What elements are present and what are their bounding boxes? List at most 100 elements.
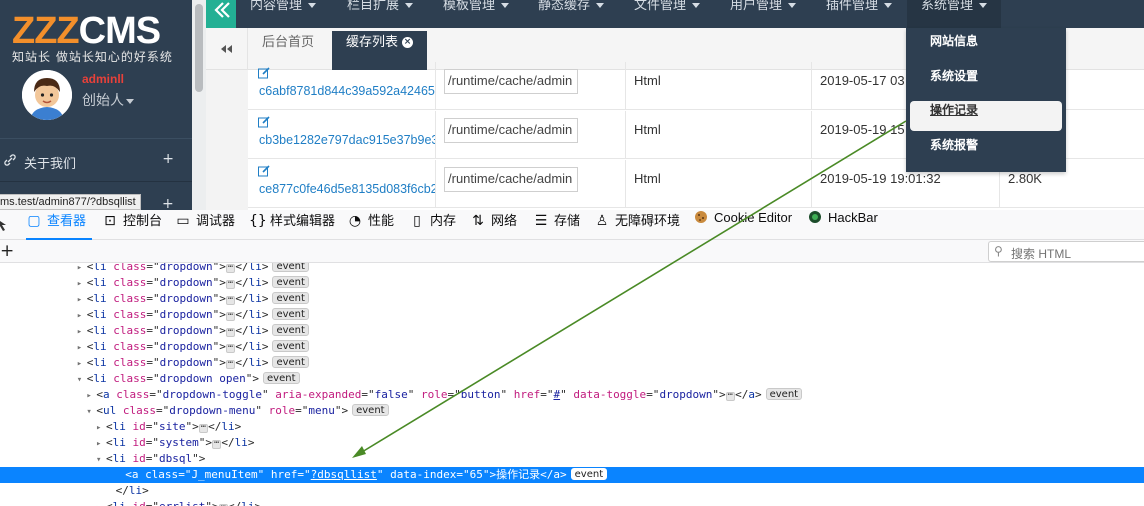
menu-item-system-settings[interactable]: 系统设置 <box>910 67 1062 97</box>
menu-item-system-alerts[interactable]: 系统报警 <box>910 136 1062 166</box>
collapsed-ellipsis-icon[interactable]: ⋯ <box>225 311 236 321</box>
tab-cookie-editor[interactable]: Cookie Editor <box>693 210 792 240</box>
expand-triangle-icon[interactable]: ▸ <box>96 500 106 506</box>
collapsed-ellipsis-icon[interactable]: ⋯ <box>725 391 736 401</box>
tab-style-editor[interactable]: {} 样式编辑器 <box>249 210 335 240</box>
nav-system-management[interactable]: 系统管理 <box>907 0 1001 28</box>
collapsed-ellipsis-icon[interactable]: ⋯ <box>225 295 236 305</box>
dom-node[interactable]: ▸ <li class="dropdown"> ⋯ </li> event <box>0 275 1144 291</box>
edit-icon[interactable] <box>258 115 270 133</box>
tab-memory[interactable]: ▯ 内存 <box>409 210 456 240</box>
tab-network[interactable]: ⇅ 网络 <box>470 210 517 240</box>
dom-node[interactable]: ▾ <ul class="dropdown-menu" role="menu"> e… <box>0 403 1144 419</box>
nav-column-extension[interactable]: 栏目扩展 <box>347 0 414 28</box>
event-badge[interactable]: event <box>765 388 803 400</box>
tab-scroll-left-button[interactable] <box>206 28 248 70</box>
event-badge[interactable]: event <box>272 276 309 288</box>
menu-item-site-info[interactable]: 网站信息 <box>910 32 1062 62</box>
sidebar-item-about[interactable]: 关于我们 + <box>0 138 192 182</box>
dom-node[interactable]: ▸ <li class="dropdown"> ⋯ </li> event <box>0 263 1144 275</box>
element-picker-button[interactable] <box>0 210 8 240</box>
sidebar-scrollbar[interactable] <box>192 0 206 210</box>
close-icon[interactable]: × <box>402 37 414 49</box>
collapse-triangle-icon[interactable]: ▾ <box>77 372 87 388</box>
nav-plugin-management[interactable]: 插件管理 <box>826 0 893 28</box>
event-badge[interactable]: event <box>272 263 309 272</box>
collapsed-ellipsis-icon[interactable]: ⋯ <box>212 439 222 449</box>
expand-triangle-icon[interactable]: ▸ <box>96 436 106 452</box>
event-badge[interactable]: event <box>272 324 309 336</box>
add-node-button[interactable]: + <box>0 241 14 261</box>
cache-path-field[interactable]: /runtime/cache/admin <box>444 167 578 192</box>
tab-accessibility[interactable]: ♙ 无障碍环境 <box>594 210 680 240</box>
cache-file-link[interactable]: cb3be1282e797dac915e37b9e3 <box>259 133 435 147</box>
expand-triangle-icon[interactable]: ▸ <box>96 420 106 436</box>
event-badge[interactable]: event <box>272 356 309 368</box>
expand-triangle-icon[interactable]: ▸ <box>77 308 87 324</box>
nav-template-management[interactable]: 模板管理 <box>443 0 510 28</box>
tab-inspector[interactable]: ▢ 查看器 <box>26 210 93 240</box>
expand-triangle-icon[interactable]: ▸ <box>77 276 87 292</box>
username[interactable]: adminll <box>82 72 124 86</box>
collapsed-ellipsis-icon[interactable]: ⋯ <box>225 343 236 353</box>
expand-triangle-icon[interactable]: ▸ <box>77 292 87 308</box>
collapsed-ellipsis-icon[interactable]: ⋯ <box>225 279 236 289</box>
event-badge[interactable]: event <box>263 372 300 384</box>
cache-type: Html <box>634 171 661 186</box>
html-search-input[interactable]: ⚲ 搜索 HTML <box>988 241 1144 262</box>
event-badge[interactable]: event <box>272 308 309 320</box>
cache-path-field[interactable]: /runtime/cache/admin <box>444 69 578 94</box>
dom-node[interactable]: ▸ <li id="site"> ⋯ </li> <box>0 419 1144 435</box>
nav-file-management[interactable]: 文件管理 <box>634 0 701 28</box>
dom-node[interactable]: ▸ <li class="dropdown"> ⋯ </li> event <box>0 355 1144 371</box>
dom-node[interactable]: ▸ <li class="dropdown"> ⋯ </li> event <box>0 307 1144 323</box>
tab-debugger[interactable]: ▭ 调试器 <box>175 210 235 240</box>
expand-triangle-icon[interactable]: ▸ <box>77 356 87 372</box>
dom-node[interactable]: ▸ <a class="dropdown-toggle" aria-expande… <box>0 387 1144 403</box>
dom-node[interactable]: ▸ <li class="dropdown"> ⋯ </li> event <box>0 291 1144 307</box>
cache-file-link[interactable]: c6abf8781d844c39a592a42465 <box>259 84 435 98</box>
menu-item-operation-log[interactable]: 操作记录 <box>910 101 1062 131</box>
nav-user-management[interactable]: 用户管理 <box>730 0 797 28</box>
expand-triangle-icon[interactable]: ▸ <box>77 324 87 340</box>
collapsed-ellipsis-icon[interactable]: ⋯ <box>225 263 236 273</box>
tab-storage[interactable]: ☰ 存储 <box>533 210 580 240</box>
nav-content-management[interactable]: 内容管理 <box>250 0 317 28</box>
nav-static-cache[interactable]: 静态缓存 <box>538 0 605 28</box>
cache-file-link[interactable]: ce877c0fe46d5e8135d083f6cb2 <box>259 182 435 196</box>
event-badge[interactable]: event <box>352 404 389 416</box>
dom-node[interactable]: ▸ <li class="dropdown"> ⋯ </li> event <box>0 323 1144 339</box>
tab-console[interactable]: ⊡ 控制台 <box>102 210 162 240</box>
event-badge[interactable]: event <box>272 292 309 304</box>
expand-triangle-icon[interactable]: ▸ <box>77 340 87 356</box>
markup-token: 65 <box>469 468 483 481</box>
dom-node[interactable]: ▸<li id="errlist">⋯</li> <box>0 499 1144 506</box>
dom-node[interactable]: ▸ <li class="dropdown"> ⋯ </li> event <box>0 339 1144 355</box>
edit-icon[interactable] <box>258 66 270 84</box>
scrollbar-thumb[interactable] <box>195 4 203 92</box>
dom-node[interactable]: </li> <box>0 483 1144 499</box>
dom-node[interactable]: ▸ <li id="system"> ⋯ </li> <box>0 435 1144 451</box>
markup-token: button <box>460 388 501 401</box>
event-badge[interactable]: event <box>272 340 309 352</box>
collapsed-ellipsis-icon[interactable]: ⋯ <box>225 327 236 337</box>
event-badge[interactable]: event <box>570 468 608 480</box>
cache-path-field[interactable]: /runtime/cache/admin <box>444 118 578 143</box>
collapse-triangle-icon[interactable]: ▾ <box>96 452 106 468</box>
markup-token: li <box>112 436 126 449</box>
sidebar-toggle-button[interactable] <box>206 0 236 28</box>
expand-icon[interactable]: + <box>162 196 174 210</box>
edit-icon[interactable] <box>258 164 270 182</box>
collapsed-ellipsis-icon[interactable]: ⋯ <box>225 359 236 369</box>
dom-node[interactable]: ▾ <li class="dropdown open"> event <box>0 371 1144 387</box>
dom-node-selected[interactable]: <a class="J_menuItem" href="?dbsqllist" … <box>0 467 1144 483</box>
collapse-triangle-icon[interactable]: ▾ <box>86 404 96 420</box>
collapsed-ellipsis-icon[interactable]: ⋯ <box>198 423 209 433</box>
markup-token: href <box>270 468 298 481</box>
expand-triangle-icon[interactable]: ▸ <box>86 388 96 404</box>
avatar[interactable] <box>22 70 72 120</box>
tab-performance[interactable]: ◔ 性能 <box>347 210 394 240</box>
dom-node[interactable]: ▾ <li id="dbsql"> <box>0 451 1144 467</box>
role-dropdown[interactable]: 创始人 <box>82 90 134 110</box>
tab-hackbar[interactable]: HackBar <box>807 210 878 240</box>
